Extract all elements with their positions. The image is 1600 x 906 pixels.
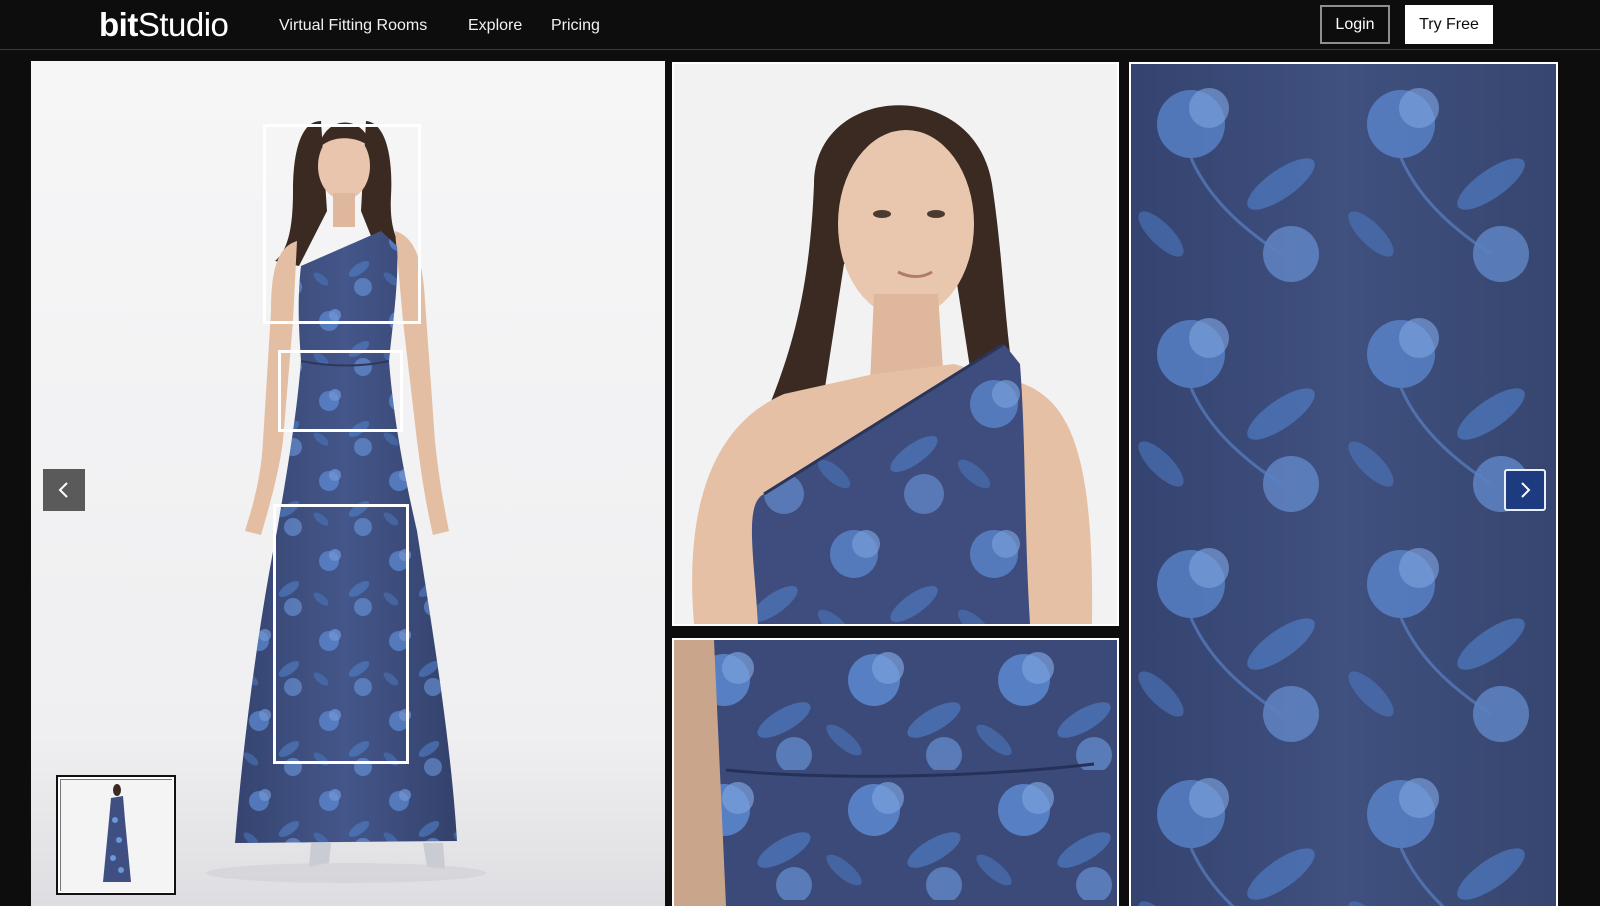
logo-bold-part: bit (99, 6, 138, 43)
detail-upper-body-image[interactable] (672, 62, 1119, 626)
thumbnail-dress-illustration (61, 780, 173, 892)
crop-box-upper-body[interactable] (263, 124, 421, 324)
bitstudio-logo[interactable]: bitStudio (99, 6, 229, 44)
detail-waist-image[interactable] (672, 638, 1119, 906)
waist-closeup-illustration (674, 640, 1117, 906)
chevron-left-icon (58, 482, 68, 498)
chevron-right-icon (1521, 482, 1531, 498)
try-free-button[interactable]: Try Free (1405, 5, 1493, 44)
fabric-closeup-illustration (1131, 64, 1556, 906)
detail-fabric-image[interactable] (1129, 62, 1558, 906)
nav-virtual-fitting-rooms[interactable]: Virtual Fitting Rooms (279, 16, 427, 36)
login-button[interactable]: Login (1320, 5, 1390, 44)
prev-image-button[interactable] (43, 469, 85, 511)
nav-explore[interactable]: Explore (468, 16, 522, 36)
next-image-button[interactable] (1504, 469, 1546, 511)
nav-pricing[interactable]: Pricing (551, 16, 600, 36)
thumbnail-frame (60, 779, 173, 892)
crop-box-waist[interactable] (278, 350, 403, 432)
upper-body-closeup-illustration (674, 64, 1117, 624)
top-navbar: bitStudio Virtual Fitting Rooms Explore … (0, 0, 1600, 50)
logo-light-part: Studio (137, 6, 229, 43)
crop-box-fabric[interactable] (273, 504, 409, 764)
thumbnail-main-image[interactable] (56, 775, 176, 895)
